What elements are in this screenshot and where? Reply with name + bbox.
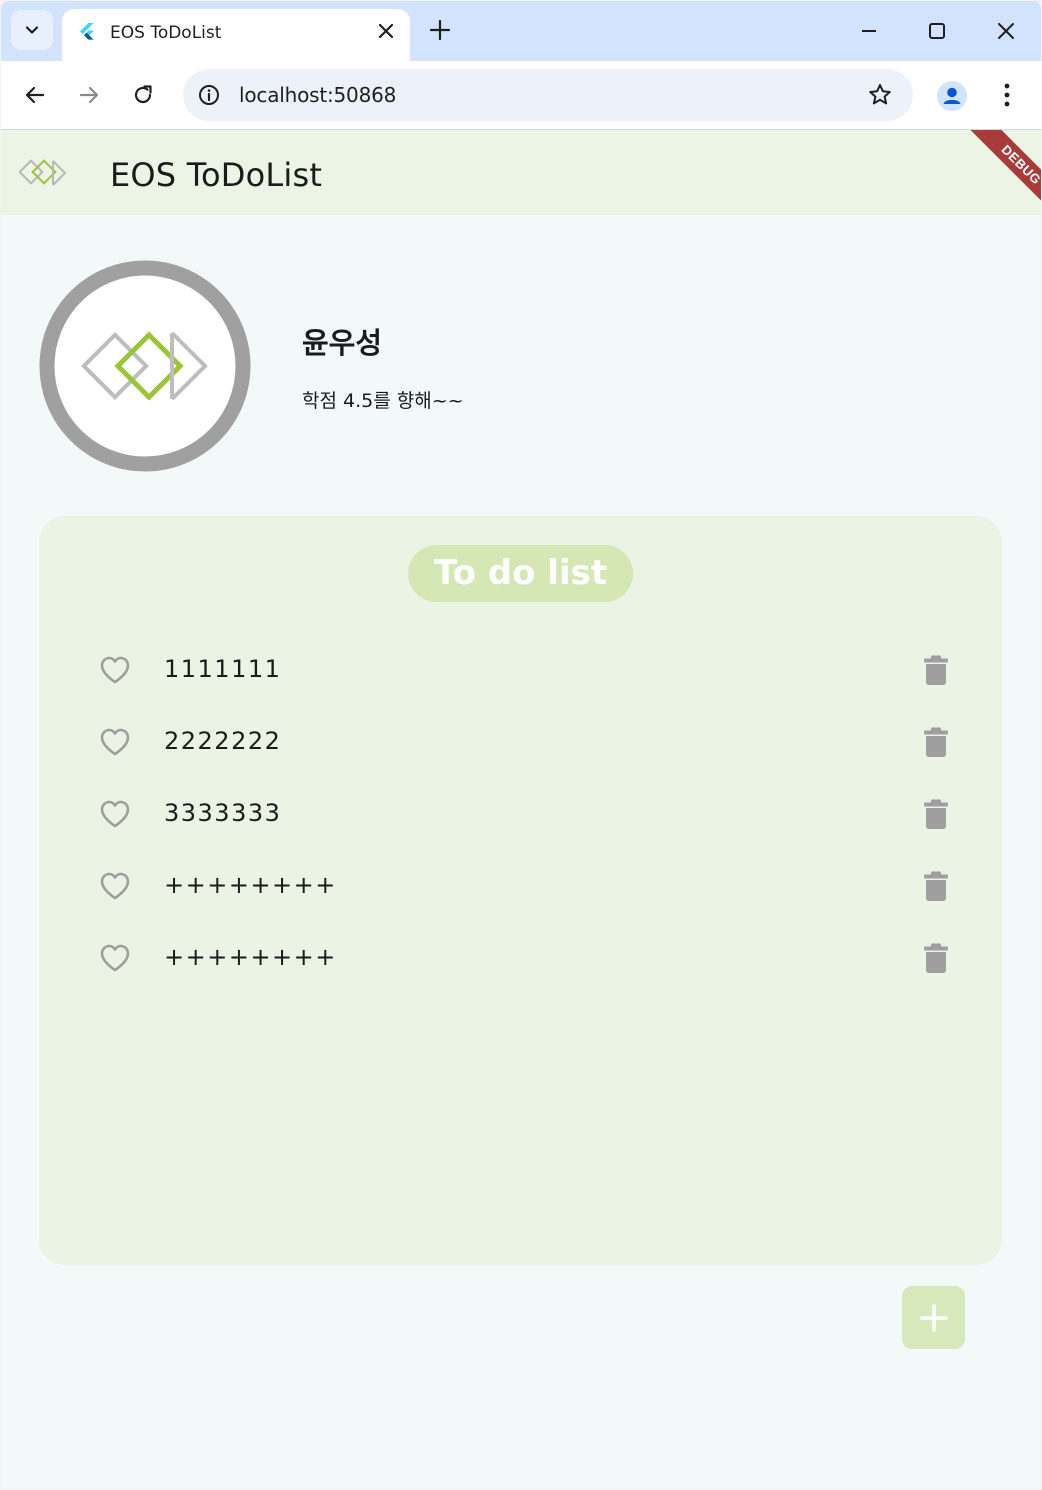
list-item[interactable]: ++++++++ [39, 851, 1002, 923]
browser-toolbar: localhost:50868 [1, 61, 1041, 129]
todo-text: 3333333 [164, 799, 282, 827]
app-bar: EOS ToDoList [1, 130, 1041, 215]
info-icon[interactable] [197, 83, 221, 107]
heart-outline-icon[interactable] [99, 943, 131, 973]
plus-icon [919, 1303, 948, 1332]
list-item[interactable]: ++++++++ [39, 923, 1002, 995]
list-item[interactable]: 1111111 [39, 635, 1002, 707]
todo-text: ++++++++ [164, 943, 337, 971]
heart-outline-icon[interactable] [99, 655, 131, 685]
minimize-icon[interactable] [857, 19, 881, 43]
todo-card: To do list 1111111 2222222 3333333 +++++… [39, 516, 1002, 1265]
todo-text: 2222222 [164, 727, 282, 755]
tab-title: EOS ToDoList [110, 23, 222, 43]
app-title: EOS ToDoList [110, 156, 323, 194]
browser-window: EOS ToDoList localhost:50868 EOS ToDoLis… [1, 1, 1041, 1489]
tab-search-button[interactable] [11, 10, 53, 50]
plus-icon[interactable] [427, 17, 453, 43]
debug-banner: DEBUG [931, 130, 1041, 240]
browser-tab[interactable]: EOS ToDoList [62, 9, 410, 61]
todo-header: To do list [408, 545, 633, 602]
list-item[interactable]: 2222222 [39, 707, 1002, 779]
trash-icon[interactable] [923, 942, 949, 974]
arrow-left-icon[interactable] [23, 83, 47, 107]
trash-icon[interactable] [923, 798, 949, 830]
add-todo-button[interactable] [902, 1286, 965, 1349]
heart-outline-icon[interactable] [99, 871, 131, 901]
trash-icon[interactable] [923, 654, 949, 686]
heart-outline-icon[interactable] [99, 799, 131, 829]
address-bar[interactable]: localhost:50868 [183, 69, 913, 121]
url-text[interactable]: localhost:50868 [239, 83, 396, 107]
person-icon[interactable] [937, 81, 967, 111]
profile-status: 학점 4.5를 향해~~ [302, 390, 464, 412]
kebab-icon[interactable] [996, 81, 1018, 109]
app-viewport: EOS ToDoList DEBUG 윤우성 학점 4.5를 향해~~ To d… [1, 130, 1041, 1489]
trash-icon[interactable] [923, 870, 949, 902]
arrow-right-icon[interactable] [77, 83, 101, 107]
close-icon[interactable] [374, 19, 398, 43]
avatar [39, 260, 251, 472]
profile-name: 윤우성 [302, 326, 383, 360]
chevron-down-icon [25, 26, 39, 34]
flutter-icon [80, 23, 94, 40]
tab-strip: EOS ToDoList [1, 1, 1041, 61]
heart-outline-icon[interactable] [99, 727, 131, 757]
todo-text: ++++++++ [164, 871, 337, 899]
reload-icon[interactable] [131, 83, 155, 107]
close-window-icon[interactable] [994, 19, 1018, 43]
maximize-icon[interactable] [925, 19, 949, 43]
eos-logo-icon [19, 159, 67, 186]
debug-label: DEBUG [960, 130, 1041, 226]
trash-icon[interactable] [923, 726, 949, 758]
star-icon[interactable] [867, 82, 893, 108]
todo-text: 1111111 [164, 655, 282, 683]
list-item[interactable]: 3333333 [39, 779, 1002, 851]
